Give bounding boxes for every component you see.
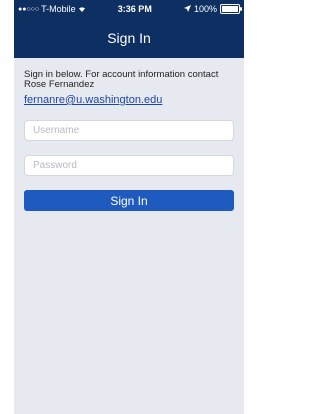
status-left: ●●○○○ T-Mobile xyxy=(18,4,86,14)
carrier-label: T-Mobile xyxy=(41,4,76,14)
page-title: Sign In xyxy=(107,30,151,46)
top-bar: ●●○○○ T-Mobile 3:36 PM 100% Sign In xyxy=(14,0,244,58)
username-input[interactable] xyxy=(31,124,227,137)
account-info-text: Sign in below. For account information c… xyxy=(24,69,219,90)
battery-percent: 100% xyxy=(193,4,217,14)
signin-content: Sign in below. For account information c… xyxy=(14,58,244,211)
contact-email-link[interactable]: fernanre@u.washington.edu xyxy=(24,94,162,106)
status-time: 3:36 PM xyxy=(117,4,152,14)
password-field[interactable] xyxy=(24,155,234,176)
wifi-icon xyxy=(78,5,86,13)
status-bar: ●●○○○ T-Mobile 3:36 PM 100% xyxy=(14,0,244,18)
username-field[interactable] xyxy=(24,120,234,141)
location-arrow-icon xyxy=(183,4,191,14)
battery-fill xyxy=(221,6,238,12)
battery-icon xyxy=(219,4,242,14)
status-right: 100% xyxy=(183,4,242,14)
phone-screen: ●●○○○ T-Mobile 3:36 PM 100% Sign In Sign… xyxy=(14,0,244,414)
password-input[interactable] xyxy=(31,159,227,172)
sign-in-button[interactable]: Sign In xyxy=(24,190,234,211)
signal-strength-icon: ●●○○○ xyxy=(18,5,40,13)
